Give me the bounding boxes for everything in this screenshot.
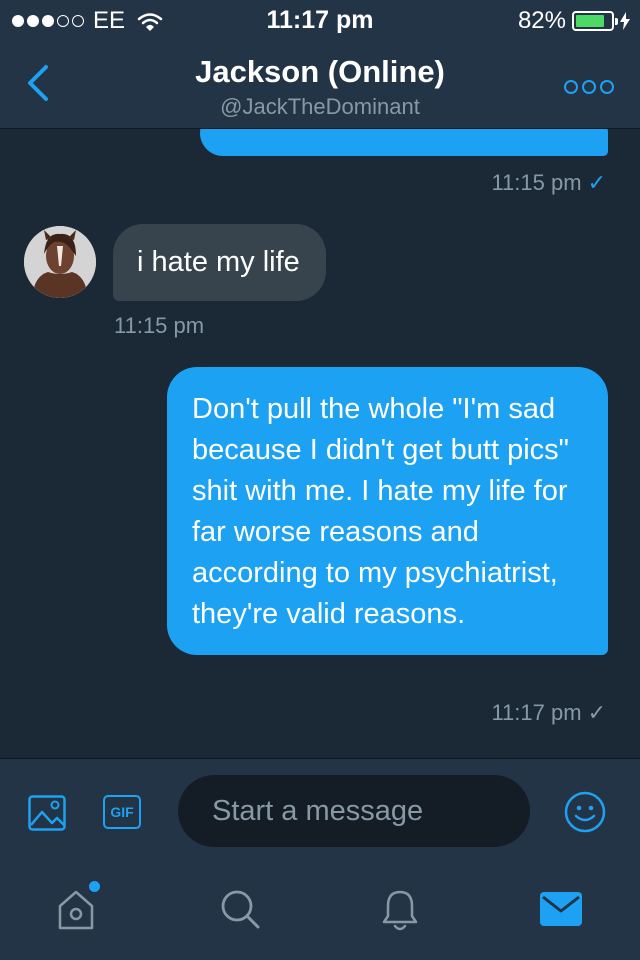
conversation-header: Jackson (Online) @JackTheDominant — [0, 40, 640, 129]
home-icon[interactable] — [56, 888, 96, 932]
battery-percent: 82% — [517, 7, 566, 34]
avatar[interactable] — [24, 226, 96, 298]
more-dots-icon[interactable] — [564, 80, 614, 94]
message-text: i hate my life — [137, 246, 300, 278]
sent-message-bubble[interactable]: Don't pull the whole "I'm sad because I … — [167, 367, 608, 655]
notification-dot — [89, 881, 100, 892]
mail-icon[interactable] — [540, 892, 582, 926]
message-timestamp: 11:15 pm ✓ — [491, 170, 606, 195]
message-timestamp: 11:17 pm ✓ — [491, 700, 606, 725]
message-composer: GIF — [0, 758, 640, 865]
gif-button[interactable]: GIF — [103, 795, 141, 829]
received-message-bubble[interactable]: i hate my life — [113, 224, 326, 301]
charging-bolt-icon — [620, 12, 630, 30]
battery-status: 82% — [518, 7, 630, 35]
image-icon[interactable] — [28, 795, 66, 831]
tab-bar — [0, 864, 640, 960]
emoji-icon[interactable] — [564, 791, 606, 833]
conversation-handle: @JackTheDominant — [220, 94, 420, 119]
delivered-check-icon: ✓ — [587, 700, 606, 725]
search-icon[interactable] — [219, 888, 261, 930]
conversation-title[interactable]: Jackson (Online) — [0, 54, 640, 90]
message-text: Don't pull the whole "I'm sad because I … — [192, 393, 569, 630]
bell-icon[interactable] — [380, 888, 420, 932]
read-check-icon: ✓ — [587, 170, 606, 195]
message-timestamp: 11:15 pm — [114, 313, 205, 338]
battery-icon — [572, 11, 618, 31]
message-input[interactable] — [178, 775, 530, 847]
status-bar: EE 11:17 pm 82% — [0, 0, 640, 40]
